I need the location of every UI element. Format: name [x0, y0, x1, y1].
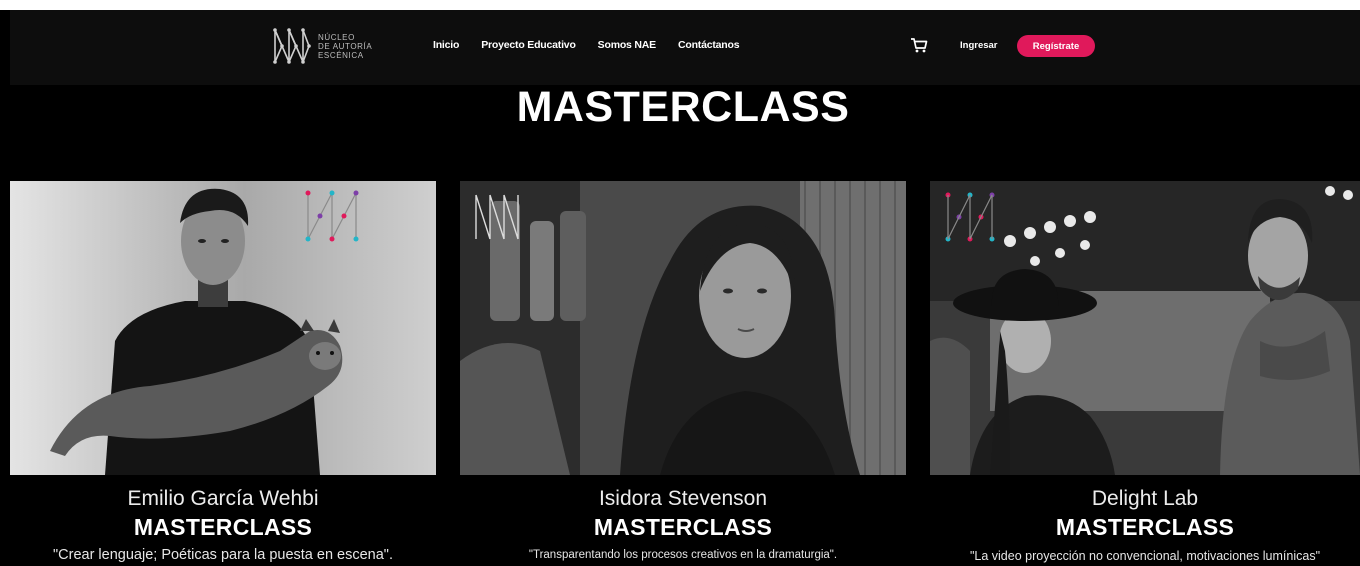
card-photo-2[interactable] [460, 181, 906, 475]
nav-link-contactanos[interactable]: Contáctanos [678, 39, 740, 51]
card-quote-2: "Transparentando los procesos creativos … [528, 549, 838, 561]
nav-link-inicio[interactable]: Inicio [433, 39, 459, 51]
card-tag-3: MASTERCLASS [1055, 514, 1235, 540]
logo-line-1: NÚCLEO [318, 32, 355, 42]
portrait-image-1 [10, 181, 436, 475]
shopping-cart-icon [911, 38, 928, 53]
register-button[interactable]: Regístrate [1017, 35, 1095, 57]
card-photo-1[interactable] [10, 181, 436, 475]
navbar: NÚCLEO DE AUTORÍA ESCÉNICA Inicio Proyec… [10, 10, 1360, 85]
card-quote-1: "Crear lenguaje; Poéticas para la puesta… [53, 547, 393, 563]
page-title: MASTERCLASS [516, 83, 850, 131]
logo-line-3: ESCÉNICA [318, 50, 364, 60]
card-name-2: Isidora Stevenson [598, 487, 768, 510]
logo-line-2: DE AUTORÍA [318, 41, 373, 51]
nav-link-somos-nae[interactable]: Somos NAE [598, 39, 656, 51]
top-strip [0, 0, 1360, 10]
card-quote-3: "La video proyección no convencional, mo… [969, 549, 1321, 563]
login-link[interactable]: Ingresar [960, 40, 998, 51]
portrait-image-3 [930, 181, 1360, 475]
cart-button[interactable] [910, 36, 928, 54]
nae-logo-icon [273, 28, 311, 64]
card-photo-3[interactable] [930, 181, 1360, 475]
card-tag-1: MASTERCLASS [133, 514, 313, 540]
portrait-image-2 [460, 181, 906, 475]
logo-text: NÚCLEO DE AUTORÍA ESCÉNICA [318, 33, 372, 60]
card-name-1: Emilio García Wehbi [127, 487, 319, 510]
main-nav: Inicio Proyecto Educativo Somos NAE Cont… [433, 39, 761, 51]
site-logo[interactable]: NÚCLEO DE AUTORÍA ESCÉNICA [272, 25, 382, 67]
nav-link-proyecto-educativo[interactable]: Proyecto Educativo [481, 39, 576, 51]
card-tag-2: MASTERCLASS [593, 514, 773, 540]
card-name-3: Delight Lab [1091, 487, 1199, 510]
